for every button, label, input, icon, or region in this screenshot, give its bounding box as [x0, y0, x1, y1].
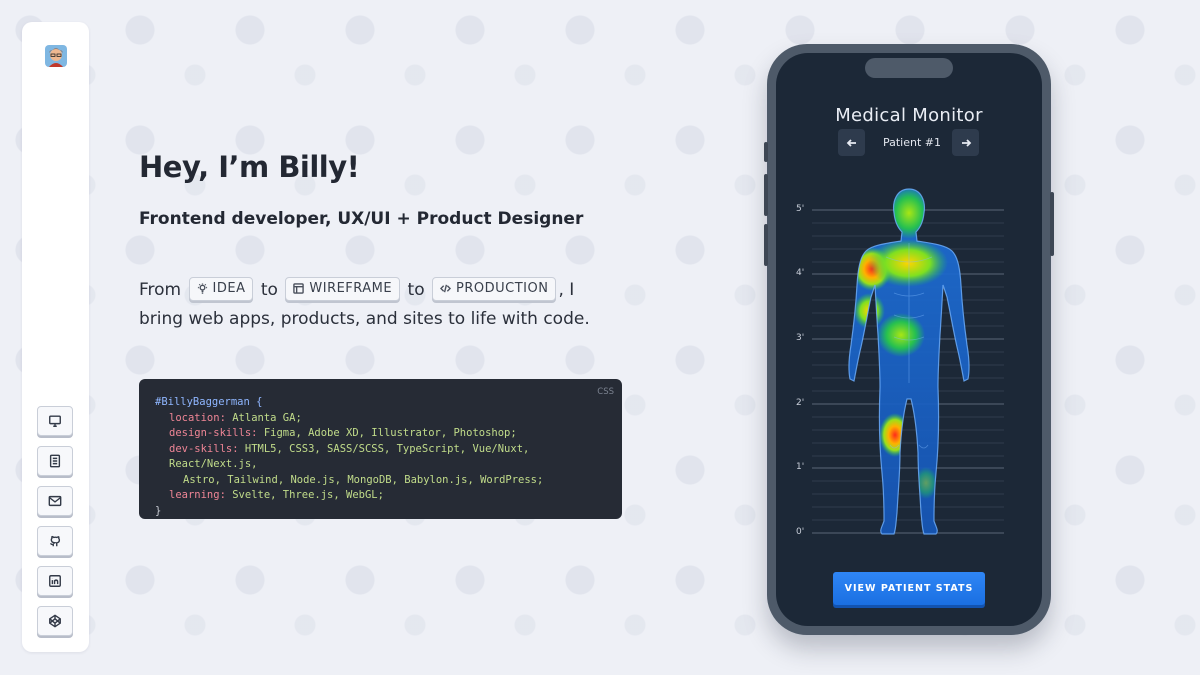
monitor-icon: [49, 415, 61, 427]
code-selector: #BillyBaggerman {: [155, 396, 263, 408]
wireframe-label: WIREFRAME: [309, 280, 393, 296]
production-pill: PRODUCTION: [432, 276, 557, 301]
desc-to-1: to: [260, 280, 278, 300]
linkedin-icon: [49, 575, 61, 587]
phone-mockup: Medical Monitor Patient #1 5' 4' 3' 2' 1…: [764, 44, 1054, 635]
phone-side-button: [764, 174, 768, 216]
desc-from: From: [139, 280, 182, 300]
avatar[interactable]: [45, 45, 67, 67]
code-line: learning: Svelte, Three.js, WebGL;: [155, 488, 606, 504]
code-language-label: CSS: [597, 387, 614, 397]
phone-side-button: [1050, 192, 1054, 256]
github-icon: [49, 535, 61, 547]
idea-label: IDEA: [212, 280, 246, 296]
lightbulb-icon: [197, 283, 207, 294]
mail-icon: [48, 495, 62, 507]
codepen-button[interactable]: [37, 606, 73, 636]
resume-document-button[interactable]: [37, 446, 73, 476]
sidebar: [22, 22, 89, 652]
phone-side-button: [764, 224, 768, 266]
document-icon: [49, 454, 61, 468]
wireframe-pill: WIREFRAME: [285, 276, 401, 301]
code-line: Astro, Tailwind, Node.js, MongoDB, Babyl…: [155, 473, 606, 489]
view-patient-stats-button[interactable]: VIEW PATIENT STATS: [833, 572, 985, 605]
body-heatmap: [812, 188, 1004, 535]
page-title: Hey, I’m Billy!: [139, 150, 360, 184]
linkedin-button[interactable]: [37, 566, 73, 596]
code-close: }: [155, 504, 162, 517]
desc-to-2: to: [407, 280, 425, 300]
page-subtitle: Frontend developer, UX/UI + Product Desi…: [139, 209, 584, 229]
code-prop: dev-skills:: [169, 442, 239, 455]
github-button[interactable]: [37, 526, 73, 556]
code-prop: location:: [169, 411, 226, 424]
codepen-icon: [49, 614, 61, 628]
code-val: Astro, Tailwind, Node.js, MongoDB, Babyl…: [183, 473, 544, 486]
code-line: location: Atlanta GA;: [155, 411, 606, 427]
code-icon: [440, 284, 452, 293]
code-line: design-skills: Figma, Adobe XD, Illustra…: [155, 426, 606, 442]
resume-monitor-button[interactable]: [37, 406, 73, 436]
email-button[interactable]: [37, 486, 73, 516]
layout-icon: [293, 283, 305, 294]
code-block: CSS #BillyBaggerman { location: Atlanta …: [139, 379, 622, 519]
production-label: PRODUCTION: [456, 280, 549, 296]
code-val: Atlanta GA;: [232, 411, 302, 424]
code-line: dev-skills: HTML5, CSS3, SASS/SCSS, Type…: [155, 442, 606, 473]
code-prop: learning:: [169, 489, 226, 501]
phone-side-button: [764, 142, 768, 162]
code-val: Figma, Adobe XD, Illustrator, Photoshop;: [263, 427, 517, 439]
idea-pill: IDEA: [188, 276, 254, 301]
phone-screen: Medical Monitor Patient #1 5' 4' 3' 2' 1…: [776, 53, 1042, 626]
hero-description: From IDEA to WIREFRAME to PRODUCTION , I…: [139, 276, 619, 334]
code-val: Svelte, Three.js, WebGL;: [232, 489, 384, 501]
code-prop: design-skills:: [169, 427, 258, 439]
